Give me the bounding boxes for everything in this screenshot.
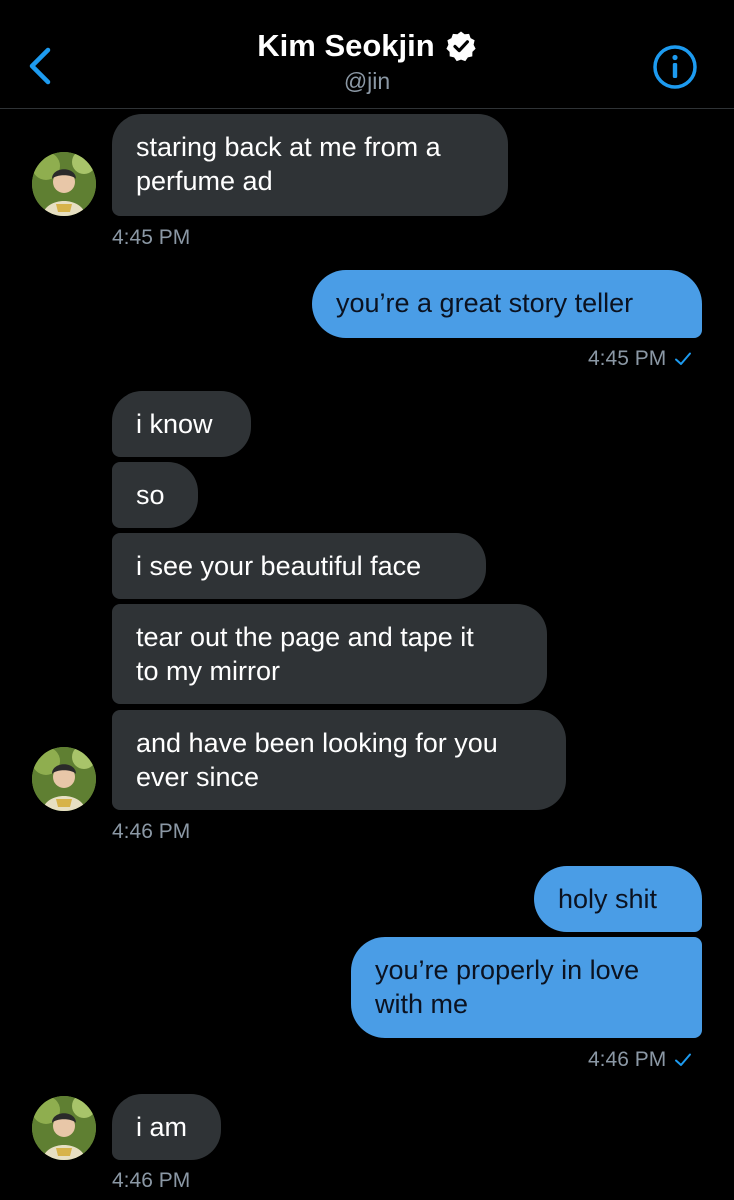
- sent-check-icon: [675, 1053, 692, 1067]
- message-timestamp: 4:46 PM: [112, 1169, 191, 1192]
- profile-photo: [32, 152, 96, 216]
- message-text: you’re a great story teller: [336, 288, 634, 318]
- message-bubble-incoming[interactable]: i see your beautiful face: [112, 533, 486, 599]
- message-text: so: [136, 480, 165, 510]
- message-timestamp: 4:45 PM: [588, 347, 692, 371]
- message-text: perfume ad: [136, 166, 273, 196]
- avatar[interactable]: [32, 1096, 96, 1160]
- dm-conversation-screen: Kim Seokjin @jin staring back at me from…: [0, 0, 734, 1200]
- verified-badge-icon: [446, 31, 476, 62]
- message-bubble-outgoing[interactable]: you’re properly in love with me: [351, 937, 702, 1038]
- message-bubble-incoming[interactable]: and have been looking for you ever since: [112, 710, 566, 810]
- message-text: i know: [136, 409, 213, 439]
- avatar[interactable]: [32, 747, 96, 811]
- message-bubble-incoming[interactable]: i am: [112, 1094, 221, 1160]
- message-text: with me: [375, 989, 469, 1019]
- message-text: staring back at me from a: [136, 132, 441, 162]
- message-text: tear out the page and tape it: [136, 622, 474, 652]
- message-text: you’re properly in love: [375, 955, 640, 985]
- message-bubble-incoming[interactable]: i know: [112, 391, 251, 457]
- message-bubble-incoming[interactable]: so: [112, 462, 198, 528]
- message-bubble-incoming[interactable]: staring back at me from a perfume ad: [112, 114, 508, 216]
- message-text: to my mirror: [136, 656, 280, 686]
- conversation-info-button[interactable]: [652, 44, 698, 90]
- message-bubble-outgoing[interactable]: holy shit: [534, 866, 702, 932]
- message-text: i am: [136, 1112, 188, 1142]
- message-bubble-incoming[interactable]: tear out the page and tape it to my mirr…: [112, 604, 547, 704]
- contact-name: Kim Seokjin: [257, 28, 435, 63]
- message-text: and have been looking for you: [136, 728, 498, 758]
- message-bubble-outgoing[interactable]: you’re a great story teller: [312, 270, 702, 338]
- conversation-title[interactable]: Kim Seokjin @jin: [0, 28, 734, 95]
- message-text: ever since: [136, 762, 260, 792]
- sent-check-icon: [675, 352, 692, 366]
- message-text: i see your beautiful face: [136, 551, 422, 581]
- profile-photo: [32, 747, 96, 811]
- contact-handle: @jin: [343, 68, 391, 94]
- message-text: holy shit: [558, 884, 658, 914]
- message-timestamp: 4:46 PM: [112, 820, 191, 843]
- info-icon: [653, 45, 697, 89]
- profile-photo: [32, 1096, 96, 1160]
- message-timestamp: 4:45 PM: [112, 226, 191, 249]
- conversation-header: Kim Seokjin @jin: [0, 0, 734, 109]
- message-timestamp: 4:46 PM: [588, 1048, 692, 1072]
- avatar[interactable]: [32, 152, 96, 216]
